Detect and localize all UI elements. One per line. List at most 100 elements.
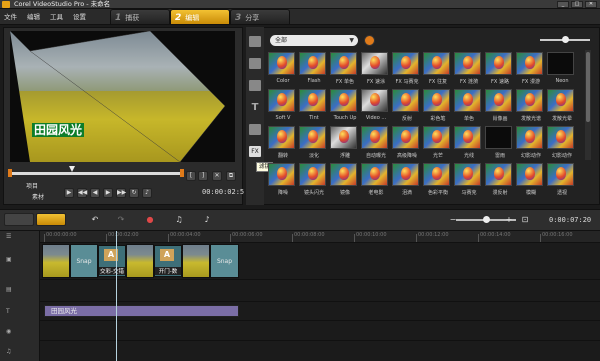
audio-mixer-icon[interactable]: ♫ xyxy=(172,213,186,226)
menu-file[interactable]: 文件 xyxy=(4,9,17,25)
category-dropdown[interactable]: 全部 ▼ xyxy=(270,35,358,46)
redo-icon[interactable]: ↷ xyxy=(114,213,128,226)
next-frame-icon[interactable]: ▶ xyxy=(103,188,113,198)
filter-thumbnail[interactable]: 模糊 xyxy=(516,163,543,196)
filter-thumbnail[interactable]: 彩色笔 xyxy=(423,89,450,122)
filter-thumbnail[interactable]: 发散光晕 xyxy=(547,89,574,122)
filter-thumbnail[interactable]: 镜头闪光 xyxy=(299,163,326,196)
close-button[interactable]: ✕ xyxy=(585,1,597,8)
filter-thumbnail[interactable]: FX 漫游 xyxy=(516,52,543,85)
instant-project-icon[interactable] xyxy=(249,58,261,69)
timeline-timecode[interactable]: 0:00:07:20 xyxy=(549,212,591,228)
filter-thumbnail[interactable]: 翻转 xyxy=(268,126,295,159)
previous-frame-icon[interactable]: ◀ xyxy=(90,188,100,198)
timeline-ruler[interactable]: 00:00:00:00 00:00:02:00 00:00:04:00 00:00:0… xyxy=(40,231,600,243)
filter-thumbnail[interactable]: 高级降噪 xyxy=(392,126,419,159)
transition-clip[interactable]: A 交彩-交错 xyxy=(98,245,126,277)
auto-music-icon[interactable]: ♪ xyxy=(200,213,214,226)
filter-icon[interactable]: FX xyxy=(249,146,261,157)
timeline-zoom-thumb[interactable] xyxy=(483,216,490,223)
filter-thumbnail[interactable]: 幻影动作 xyxy=(547,126,574,159)
filter-thumbnail[interactable]: 发散光谱 xyxy=(516,89,543,122)
menu-tools[interactable]: 工具 xyxy=(50,9,63,25)
voice-track-icon[interactable]: ◉ xyxy=(6,328,16,336)
media-icon[interactable] xyxy=(249,36,261,47)
filter-thumbnail[interactable]: 色彩平衡 xyxy=(423,163,450,196)
filter-thumbnail[interactable]: 单色 xyxy=(454,89,481,122)
filter-thumbnail[interactable]: 淡化 xyxy=(299,126,326,159)
video-clip[interactable] xyxy=(182,244,210,278)
filter-thumbnail[interactable]: 光芒 xyxy=(423,126,450,159)
filter-thumbnail[interactable]: Soft V xyxy=(268,89,295,121)
player-timecode[interactable]: 00:00:02:5 xyxy=(202,188,244,196)
minimize-button[interactable]: _ xyxy=(557,1,569,8)
filter-thumbnail[interactable]: 漫反射 xyxy=(485,163,512,196)
filter-thumbnail[interactable]: FX 速涂 xyxy=(361,52,388,85)
scrub-handle[interactable] xyxy=(69,166,75,172)
end-icon[interactable]: ▶▶ xyxy=(116,188,126,198)
tab-share[interactable]: 3 分享 xyxy=(230,9,290,25)
tab-capture[interactable]: 1 捕获 xyxy=(110,9,170,25)
filter-thumbnail[interactable]: Tint xyxy=(299,89,326,121)
home-icon[interactable]: ◀◀ xyxy=(77,188,87,198)
timeline-view-button[interactable] xyxy=(36,213,66,226)
filter-thumbnail[interactable]: FX 往复 xyxy=(423,52,450,85)
play-icon[interactable]: ▶ xyxy=(64,188,74,198)
thumbnail-size-thumb[interactable] xyxy=(562,36,569,43)
filter-thumbnail[interactable]: FX 涟漪 xyxy=(454,52,481,85)
video-clip[interactable] xyxy=(126,244,154,278)
menu-edit[interactable]: 编辑 xyxy=(27,9,40,25)
filter-thumbnail[interactable]: 透视 xyxy=(547,163,574,196)
options-icon[interactable] xyxy=(364,35,375,46)
filter-thumbnail[interactable]: 降噪 xyxy=(268,163,295,196)
filter-thumbnail[interactable]: 老电影 xyxy=(361,163,388,196)
filter-thumbnail[interactable]: 镜像 xyxy=(330,163,357,196)
tab-edit[interactable]: 2 编辑 xyxy=(170,9,230,25)
graphic-icon[interactable] xyxy=(249,124,261,135)
filter-thumbnail[interactable]: FX 马赛克 xyxy=(392,52,419,85)
project-mode-label[interactable]: 项目 xyxy=(26,181,38,190)
repeat-icon[interactable]: ↻ xyxy=(129,188,139,198)
trim-start-marker[interactable] xyxy=(8,169,12,177)
volume-icon[interactable]: ♪ xyxy=(142,188,152,198)
title-clip[interactable]: 田园风光 xyxy=(44,305,239,317)
record-capture-icon[interactable]: ● xyxy=(143,213,157,226)
trim-end-marker[interactable] xyxy=(180,169,184,177)
overlay-track-icon[interactable]: ▤ xyxy=(6,286,16,294)
filter-thumbnail[interactable]: Touch Up xyxy=(330,89,357,121)
preview-window[interactable]: 田园风光 xyxy=(10,31,235,162)
title-icon[interactable]: T xyxy=(249,102,261,113)
clip-mode-label[interactable]: 素材 xyxy=(32,192,44,201)
library-scrollbar-thumb[interactable] xyxy=(586,52,590,122)
transition-clip[interactable]: A 开门-数 xyxy=(154,245,182,277)
filter-thumbnail[interactable]: 反射 xyxy=(392,89,419,122)
video-clip[interactable] xyxy=(42,244,70,278)
filter-thumbnail[interactable]: Flash xyxy=(299,52,326,84)
scrubber[interactable] xyxy=(8,166,184,177)
filter-thumbnail[interactable]: 幻影动作 xyxy=(516,126,543,159)
music-track-icon[interactable]: ♫ xyxy=(6,348,16,356)
transition-icon[interactable] xyxy=(249,80,261,91)
track-manager-icon[interactable]: ☰ xyxy=(6,233,16,241)
video-clip[interactable]: Snap xyxy=(70,244,98,278)
filter-thumbnail[interactable]: 雷雨 xyxy=(485,126,512,159)
undo-icon[interactable]: ↶ xyxy=(88,213,102,226)
filter-thumbnail[interactable]: Color xyxy=(268,52,295,84)
filter-thumbnail[interactable]: FX 速路 xyxy=(485,52,512,85)
filter-thumbnail[interactable]: 自动曝光 xyxy=(361,126,388,159)
maximize-button[interactable]: □ xyxy=(571,1,583,8)
video-track-icon[interactable]: ▣ xyxy=(6,256,16,264)
menu-settings[interactable]: 设置 xyxy=(73,9,86,25)
storyboard-view-button[interactable] xyxy=(4,213,34,226)
filter-thumbnail[interactable]: 浮雕 xyxy=(330,126,357,159)
filter-thumbnail[interactable]: 马赛克 xyxy=(454,163,481,196)
zoom-in-icon[interactable]: + xyxy=(502,213,516,226)
fit-project-icon[interactable]: ⊡ xyxy=(518,213,532,226)
video-clip[interactable]: Snap xyxy=(210,244,239,278)
playhead[interactable] xyxy=(116,231,117,361)
filter-thumbnail[interactable]: Neon xyxy=(547,52,574,84)
filter-thumbnail[interactable]: Video ... xyxy=(361,89,388,121)
filter-thumbnail[interactable]: 肖像画 xyxy=(485,89,512,122)
title-track-icon[interactable]: T xyxy=(6,308,16,316)
filter-thumbnail[interactable]: 光线 xyxy=(454,126,481,159)
